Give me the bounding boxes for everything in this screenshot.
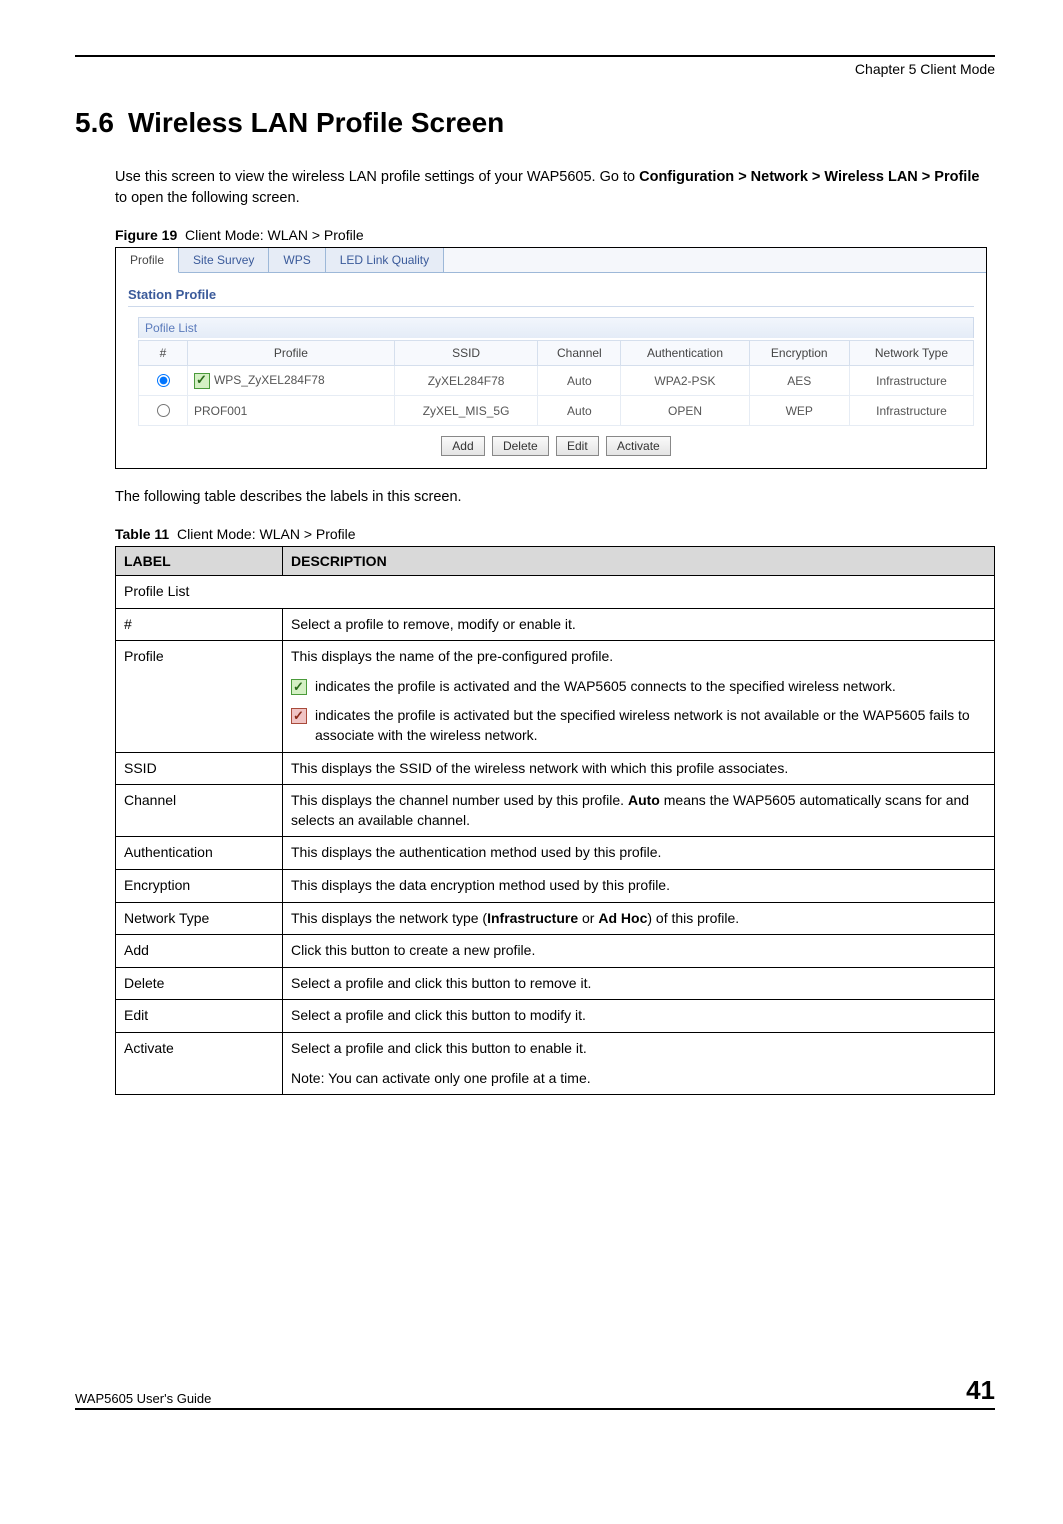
desc-profile-list: Profile List [116, 576, 995, 609]
col-enc: Encryption [749, 341, 849, 366]
col-profile: Profile [187, 341, 394, 366]
figure-caption: Figure 19 Client Mode: WLAN > Profile [115, 227, 995, 243]
section-heading: 5.6 Wireless LAN Profile Screen [75, 107, 995, 139]
wlan-profile-screenshot: Profile Site Survey WPS LED Link Quality… [115, 247, 987, 469]
col-auth: Authentication [621, 341, 749, 366]
button-row: Add Delete Edit Activate [138, 426, 974, 460]
active-check-icon [194, 373, 210, 389]
intro-paragraph: Use this screen to view the wireless LAN… [115, 167, 995, 209]
description-table: LABEL DESCRIPTION Profile List # Select … [115, 546, 995, 1095]
tab-bar: Profile Site Survey WPS LED Link Quality [116, 248, 986, 273]
add-button[interactable]: Add [441, 436, 484, 456]
pofile-list-title: Pofile List [138, 317, 974, 338]
col-num: # [139, 341, 188, 366]
tab-profile[interactable]: Profile [116, 248, 179, 273]
profile-table: # Profile SSID Channel Authentication En… [138, 340, 974, 426]
tab-wps[interactable]: WPS [269, 248, 325, 272]
profile-radio[interactable] [157, 404, 170, 417]
table-caption: Table 11 Client Mode: WLAN > Profile [115, 526, 995, 542]
footer-guide: WAP5605 User's Guide [75, 1391, 211, 1406]
tab-led-link-quality[interactable]: LED Link Quality [326, 248, 444, 272]
edit-button[interactable]: Edit [556, 436, 599, 456]
active-green-icon [291, 679, 307, 695]
desc-head-desc: DESCRIPTION [283, 547, 995, 576]
delete-button[interactable]: Delete [492, 436, 549, 456]
section-title: Wireless LAN Profile Screen [128, 107, 504, 138]
tab-site-survey[interactable]: Site Survey [179, 248, 269, 272]
active-red-icon [291, 708, 307, 724]
station-profile-title: Station Profile [128, 287, 974, 302]
activate-button[interactable]: Activate [606, 436, 671, 456]
page-number: 41 [966, 1375, 995, 1406]
col-ntype: Network Type [849, 341, 973, 366]
chapter-header: Chapter 5 Client Mode [855, 61, 995, 77]
after-figure-text: The following table describes the labels… [115, 487, 995, 508]
section-number: 5.6 [75, 107, 114, 138]
table-row: PROF001 ZyXEL_MIS_5G Auto OPEN WEP Infra… [139, 396, 974, 426]
page-footer: WAP5605 User's Guide 41 [75, 1375, 995, 1410]
col-channel: Channel [538, 341, 621, 366]
desc-head-label: LABEL [116, 547, 283, 576]
table-row: WPS_ZyXEL284F78 ZyXEL284F78 Auto WPA2-PS… [139, 366, 974, 396]
profile-radio[interactable] [157, 374, 170, 387]
col-ssid: SSID [394, 341, 538, 366]
